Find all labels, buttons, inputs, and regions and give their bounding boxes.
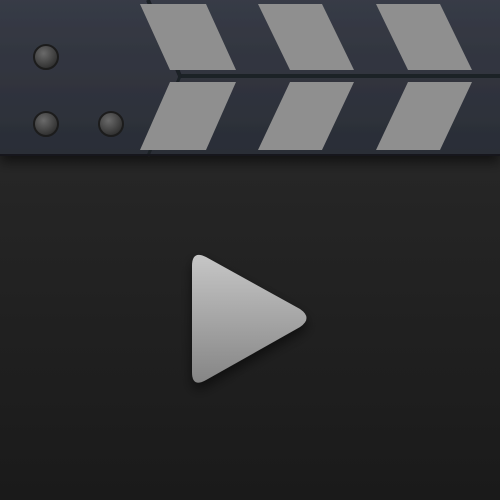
video-clapperboard-icon[interactable] — [0, 0, 500, 500]
rivet-icon — [33, 44, 59, 70]
rivet-icon — [98, 111, 124, 137]
rivet-icon — [33, 111, 59, 137]
clapper-stripes-lower — [140, 82, 472, 150]
clapper-stripes-upper — [140, 4, 472, 70]
